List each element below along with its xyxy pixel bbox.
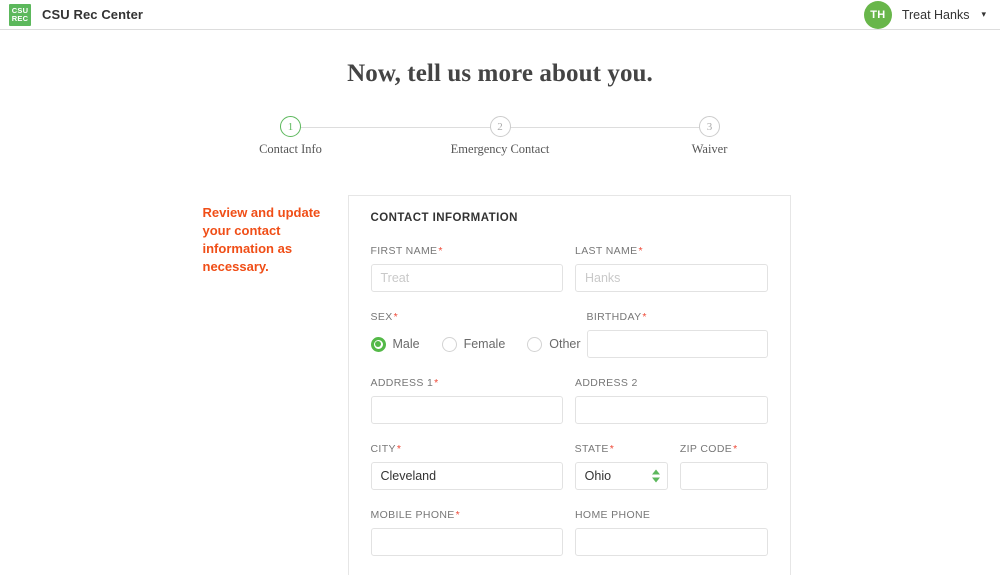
required-asterisk: * <box>438 245 443 257</box>
form-row-name: FIRST NAME* Treat LAST NAME* Hanks <box>370 245 768 292</box>
radio-option-male[interactable]: Male <box>370 336 420 352</box>
city-input[interactable]: Cleveland <box>370 462 563 490</box>
field-first-name: FIRST NAME* Treat <box>370 245 563 292</box>
page-title: Now, tell us more about you. <box>347 60 653 87</box>
user-name: Treat Hanks <box>901 7 970 22</box>
form-row-address: ADDRESS 1* ADDRESS 2 <box>370 377 768 424</box>
required-asterisk: * <box>396 443 402 455</box>
chevron-up-icon[interactable] <box>651 469 660 475</box>
field-mobile-phone: MOBILE PHONE* <box>370 509 563 556</box>
city-label: CITY* <box>370 443 402 455</box>
radio-option-female[interactable]: Female <box>441 336 506 352</box>
radio-male-label: Male <box>392 337 420 351</box>
zip-code-label: ZIP CODE* <box>679 443 738 455</box>
brand-name: CSU Rec Center <box>42 7 144 22</box>
field-address-2: ADDRESS 2 <box>575 377 768 424</box>
field-home-phone: HOME PHONE <box>575 509 768 556</box>
csu-rec-logo-icon: CSU REC <box>9 3 31 26</box>
last-name-label: LAST NAME* <box>575 245 643 257</box>
field-address-1: ADDRESS 1* <box>370 377 563 424</box>
field-zip-code: ZIP CODE* <box>679 443 768 490</box>
state-stepper-icons[interactable] <box>651 469 660 483</box>
step-1-circle: 1 <box>280 116 301 137</box>
form-row-phone: MOBILE PHONE* HOME PHONE <box>370 509 768 556</box>
chevron-down-icon[interactable] <box>651 477 660 483</box>
radio-female-label: Female <box>463 337 506 351</box>
home-phone-label: HOME PHONE <box>575 509 651 521</box>
logo-line-2: REC <box>11 13 29 23</box>
form-row-city-state-zip: CITY* Cleveland STATE* Ohio ZIP CODE* <box>370 443 768 490</box>
address-1-input[interactable] <box>370 396 563 424</box>
mobile-phone-input[interactable] <box>370 528 563 556</box>
field-last-name: LAST NAME* Hanks <box>575 245 768 292</box>
content-area: Review and update your contact informati… <box>0 195 1000 575</box>
first-name-label: FIRST NAME* <box>370 245 443 257</box>
field-birthday: BIRTHDAY* <box>586 311 768 358</box>
required-asterisk: * <box>642 311 647 323</box>
stepper-step-1[interactable]: 1 Contact Info <box>259 116 322 156</box>
address-1-label: ADDRESS 1* <box>370 377 439 389</box>
app-header: CSU REC CSU Rec Center TH Treat Hanks ▾ <box>0 0 1000 30</box>
field-sex: SEX* Male Female Other <box>370 311 581 358</box>
chevron-down-icon[interactable]: ▾ <box>981 9 986 20</box>
required-asterisk: * <box>393 311 398 323</box>
field-state: STATE* Ohio <box>574 443 668 490</box>
sex-radio-group: Male Female Other <box>370 330 581 358</box>
step-3-label: Waiver <box>691 142 728 156</box>
instructions-sidebar: Review and update your contact informati… <box>203 195 348 575</box>
progress-stepper: 1 Contact Info 2 Emergency Contact 3 Wai… <box>259 116 727 156</box>
mobile-phone-label: MOBILE PHONE* <box>370 509 461 521</box>
state-label: STATE* <box>574 443 615 455</box>
brand[interactable]: CSU REC CSU Rec Center <box>9 3 144 26</box>
home-phone-input[interactable] <box>575 528 768 556</box>
field-city: CITY* Cleveland <box>370 443 563 490</box>
birthday-label: BIRTHDAY* <box>586 311 647 323</box>
stepper-step-2[interactable]: 2 Emergency Contact <box>451 116 549 156</box>
radio-male-input[interactable] <box>370 336 386 352</box>
required-asterisk: * <box>733 443 738 455</box>
instructions-note: Review and update your contact informati… <box>202 205 321 274</box>
birthday-input[interactable] <box>586 330 768 358</box>
radio-option-other[interactable]: Other <box>527 336 581 352</box>
step-2-circle: 2 <box>489 116 511 137</box>
contact-information-card: CONTACT INFORMATION FIRST NAME* Treat LA… <box>347 195 791 575</box>
step-3-circle: 3 <box>699 116 720 137</box>
required-asterisk: * <box>455 509 461 521</box>
user-menu[interactable]: TH Treat Hanks ▾ <box>863 0 986 29</box>
stepper-step-3[interactable]: 3 Waiver <box>692 116 727 156</box>
radio-other-input[interactable] <box>527 336 543 352</box>
card-title: CONTACT INFORMATION <box>370 212 518 224</box>
avatar: TH <box>863 0 892 29</box>
step-2-label: Emergency Contact <box>450 142 550 156</box>
required-asterisk: * <box>609 443 615 455</box>
address-2-input[interactable] <box>575 396 768 424</box>
radio-female-input[interactable] <box>441 336 457 352</box>
radio-other-label: Other <box>549 337 581 351</box>
form-row-sex-birthday: SEX* Male Female Other BIRTHDAY* <box>370 311 768 358</box>
required-asterisk: * <box>434 377 439 389</box>
first-name-input[interactable]: Treat <box>370 264 563 292</box>
last-name-input[interactable]: Hanks <box>575 264 768 292</box>
address-2-label: ADDRESS 2 <box>575 377 638 389</box>
required-asterisk: * <box>638 245 643 257</box>
step-1-label: Contact Info <box>259 142 322 156</box>
sex-label: SEX* <box>370 311 398 323</box>
zip-code-input[interactable] <box>679 462 768 490</box>
